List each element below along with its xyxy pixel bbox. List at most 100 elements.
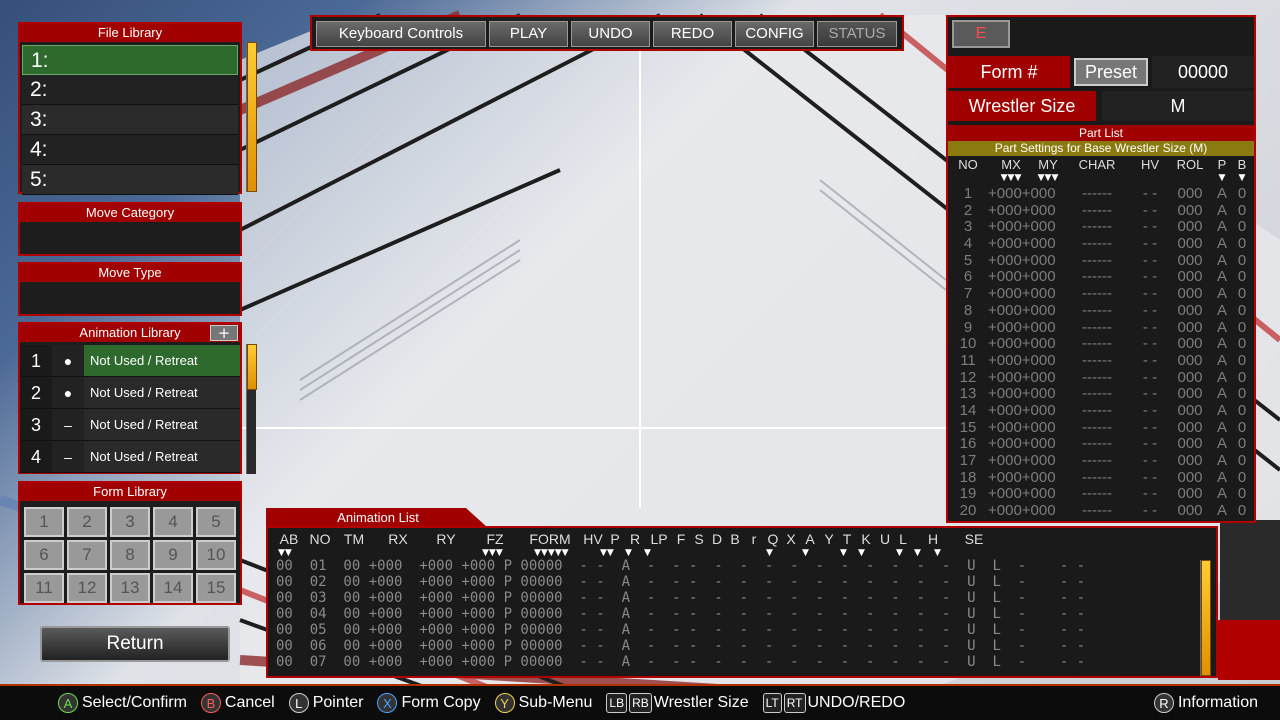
- file-library-scrollbar[interactable]: [246, 42, 257, 192]
- file-slot-2[interactable]: 2:: [22, 75, 238, 105]
- animation-row[interactable]: 2 ● Not Used / Retreat: [20, 377, 240, 409]
- form-cell[interactable]: 11: [24, 573, 64, 603]
- part-row[interactable]: 14 +000+000 ------ - - 000 A 0: [948, 402, 1254, 420]
- col-header[interactable]: S: [690, 530, 708, 548]
- animation-row[interactable]: 1 ● Not Used / Retreat: [20, 345, 240, 377]
- animation-library-scrollbar[interactable]: [246, 344, 257, 474]
- sort-down-icon[interactable]: ▼▼▼: [482, 548, 503, 558]
- part-row[interactable]: 13 +000+000 ------ - - 000 A 0: [948, 386, 1254, 403]
- form-cell[interactable]: 5: [196, 507, 236, 537]
- col-header[interactable]: FZ: [470, 530, 520, 548]
- form-cell[interactable]: 1: [24, 507, 64, 537]
- part-row[interactable]: 5 +000+000 ------ - - 000 A 0: [948, 252, 1254, 270]
- part-row[interactable]: 7 +000+000 ------ - - 000 A 0: [948, 285, 1254, 303]
- animation-frame-row[interactable]: 00 02 00 +000 +000 +000 P 00000 - - A - …: [276, 574, 1212, 590]
- col-header[interactable]: H: [912, 530, 954, 548]
- animation-frame-row[interactable]: 00 06 00 +000 +000 +000 P 00000 - - A - …: [276, 638, 1212, 654]
- sort-down-icon[interactable]: ▼: [896, 548, 903, 558]
- col-header[interactable]: AB: [272, 530, 306, 548]
- form-cell[interactable]: 14: [153, 573, 193, 603]
- col-header[interactable]: K: [856, 530, 876, 548]
- form-cell[interactable]: 4: [153, 507, 193, 537]
- col-header[interactable]: NO: [306, 530, 334, 548]
- form-cell[interactable]: 7: [67, 540, 107, 570]
- animation-frame-row[interactable]: 00 05 00 +000 +000 +000 P 00000 - - A - …: [276, 622, 1212, 638]
- animation-list-scrollbar[interactable]: [1200, 560, 1211, 676]
- col-header[interactable]: TM: [334, 530, 374, 548]
- col-header[interactable]: P: [606, 530, 624, 548]
- part-row[interactable]: 8 +000+000 ------ - - 000 A 0: [948, 302, 1254, 320]
- redo-button[interactable]: REDO: [653, 21, 732, 47]
- col-header[interactable]: X: [782, 530, 800, 548]
- sort-down-icon[interactable]: ▼▼: [600, 548, 614, 558]
- part-row[interactable]: 17 +000+000 ------ - - 000 A 0: [948, 452, 1254, 470]
- sort-down-icon[interactable]: ▼: [934, 548, 941, 558]
- animation-frame-row[interactable]: 00 07 00 +000 +000 +000 P 00000 - - A - …: [276, 654, 1212, 670]
- file-slot-3[interactable]: 3:: [22, 105, 238, 135]
- animation-frame-row[interactable]: 00 04 00 +000 +000 +000 P 00000 - - A - …: [276, 606, 1212, 622]
- sort-down-icon[interactable]: ▼: [840, 548, 847, 558]
- sort-down-icon[interactable]: ▼: [766, 548, 773, 558]
- part-row[interactable]: 12 +000+000 ------ - - 000 A 0: [948, 369, 1254, 387]
- part-row[interactable]: 10 +000+000 ------ - - 000 A 0: [948, 335, 1254, 353]
- sort-down-icon[interactable]: ▼: [914, 548, 921, 558]
- col-header[interactable]: U: [876, 530, 894, 548]
- form-number-value[interactable]: 00000: [1152, 56, 1254, 88]
- col-header[interactable]: T: [838, 530, 856, 548]
- col-header[interactable]: SE: [954, 530, 994, 548]
- form-cell[interactable]: 8: [110, 540, 150, 570]
- file-slot-1[interactable]: 1:: [22, 45, 238, 75]
- animation-list-scroll-thumb[interactable]: [1201, 560, 1211, 676]
- sort-down-icon[interactable]: ▼▼▼▼▼: [534, 548, 569, 558]
- col-header[interactable]: B: [726, 530, 744, 548]
- col-header[interactable]: Q: [764, 530, 782, 548]
- animation-frame-row[interactable]: 00 01 00 +000 +000 +000 P 00000 - - A - …: [276, 558, 1212, 574]
- play-button[interactable]: PLAY: [489, 21, 568, 47]
- col-header[interactable]: R: [624, 530, 646, 548]
- col-header[interactable]: RY: [422, 530, 470, 548]
- config-button[interactable]: CONFIG: [735, 21, 814, 47]
- form-cell[interactable]: 9: [153, 540, 193, 570]
- sort-down-icon[interactable]: ▼▼▼: [1034, 173, 1062, 183]
- sort-down-icon[interactable]: ▼: [1232, 173, 1252, 183]
- part-row[interactable]: 19 +000+000 ------ - - 000 A 0: [948, 486, 1254, 503]
- sort-down-icon[interactable]: ▼: [1212, 173, 1232, 183]
- col-header[interactable]: Y: [820, 530, 838, 548]
- form-cell[interactable]: 2: [67, 507, 107, 537]
- return-button[interactable]: Return: [40, 626, 230, 662]
- part-row[interactable]: 18 +000+000 ------ - - 000 A 0: [948, 469, 1254, 487]
- status-button[interactable]: STATUS: [817, 21, 897, 47]
- undo-button[interactable]: UNDO: [571, 21, 650, 47]
- part-row[interactable]: 6 +000+000 ------ - - 000 A 0: [948, 269, 1254, 286]
- keyboard-controls-button[interactable]: Keyboard Controls: [316, 21, 486, 47]
- part-row[interactable]: 9 +000+000 ------ - - 000 A 0: [948, 319, 1254, 337]
- form-cell[interactable]: 12: [67, 573, 107, 603]
- col-header[interactable]: r: [744, 530, 764, 548]
- sort-down-icon[interactable]: ▼▼: [278, 548, 292, 558]
- sort-down-icon[interactable]: ▼: [644, 548, 651, 558]
- part-row[interactable]: 15 +000+000 ------ - - 000 A 0: [948, 419, 1254, 437]
- sort-down-icon[interactable]: ▼: [802, 548, 809, 558]
- move-type-value[interactable]: [20, 282, 240, 314]
- col-header[interactable]: D: [708, 530, 726, 548]
- animation-row[interactable]: 4 – Not Used / Retreat: [20, 441, 240, 473]
- form-cell[interactable]: 10: [196, 540, 236, 570]
- form-cell[interactable]: 15: [196, 573, 236, 603]
- col-header[interactable]: HV: [580, 530, 606, 548]
- wrestler-size-value[interactable]: M: [1102, 91, 1254, 121]
- file-library-scroll-thumb[interactable]: [247, 42, 257, 192]
- col-header[interactable]: A: [800, 530, 820, 548]
- animation-frame-row[interactable]: 00 03 00 +000 +000 +000 P 00000 - - A - …: [276, 590, 1212, 606]
- e-button[interactable]: E: [952, 20, 1010, 48]
- file-slot-5[interactable]: 5:: [22, 165, 238, 195]
- form-cell[interactable]: 13: [110, 573, 150, 603]
- part-row[interactable]: 4 +000+000 ------ - - 000 A 0: [948, 235, 1254, 253]
- part-row[interactable]: 16 +000+000 ------ - - 000 A 0: [948, 436, 1254, 453]
- col-header[interactable]: RX: [374, 530, 422, 548]
- part-row[interactable]: 11 +000+000 ------ - - 000 A 0: [948, 352, 1254, 370]
- preset-button[interactable]: Preset: [1074, 58, 1148, 86]
- sort-down-icon[interactable]: ▼: [858, 548, 865, 558]
- animation-library-scroll-thumb[interactable]: [247, 344, 257, 390]
- animation-library-add-button[interactable]: +: [210, 325, 238, 341]
- form-cell[interactable]: 6: [24, 540, 64, 570]
